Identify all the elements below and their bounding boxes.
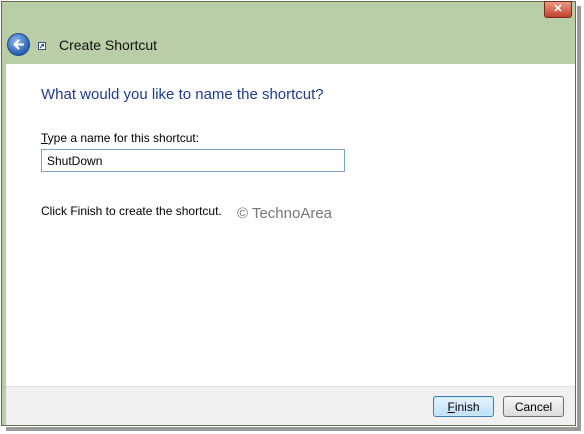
label-text: ype a name for this shortcut:	[47, 131, 200, 145]
close-button[interactable]: ✕	[544, 1, 572, 18]
window-shadow-right	[577, 6, 581, 430]
label-access-key: T	[41, 131, 48, 145]
close-icon: ✕	[553, 3, 563, 15]
back-arrow-icon	[13, 39, 25, 50]
finish-button[interactable]: Finish	[433, 396, 494, 417]
instruction-text: Click Finish to create the shortcut.	[41, 204, 222, 218]
watermark: © TechnoArea	[237, 205, 333, 222]
finish-label: inish	[454, 399, 480, 414]
window-title: Create Shortcut	[59, 37, 158, 53]
wizard-content	[6, 64, 575, 386]
window-shadow-bottom	[6, 427, 581, 431]
shortcut-name-input[interactable]	[41, 149, 345, 172]
finish-access-key: F	[447, 399, 455, 414]
shortcut-icon	[38, 42, 46, 50]
cancel-button[interactable]: Cancel	[503, 396, 564, 417]
page-heading: What would you like to name the shortcut…	[41, 86, 324, 103]
shortcut-name-label: Type a name for this shortcut:	[41, 131, 199, 145]
back-button[interactable]	[7, 33, 30, 56]
